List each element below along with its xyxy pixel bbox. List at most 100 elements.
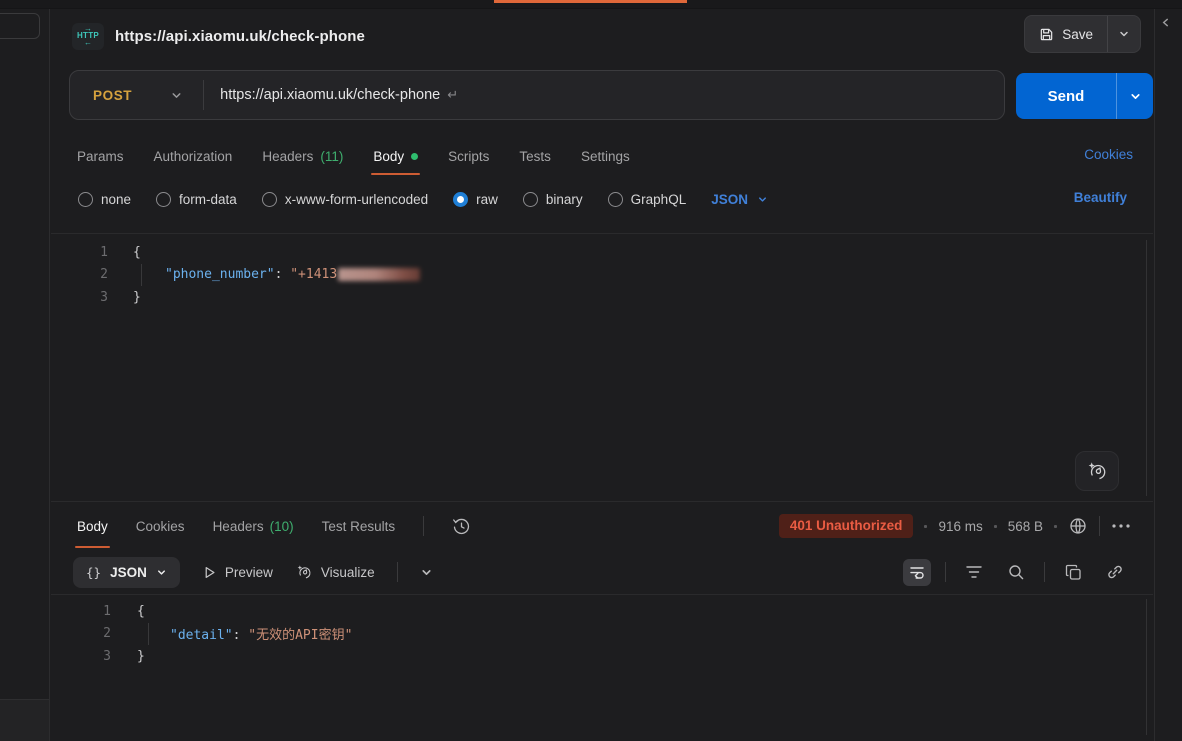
tab-settings[interactable]: Settings (581, 135, 630, 177)
response-tab-headers[interactable]: Headers(10) (213, 502, 294, 550)
method-chevron-icon[interactable] (170, 89, 183, 102)
request-title: https://api.xiaomu.uk/check-phone (115, 28, 365, 45)
request-body-editor[interactable]: 1 { 2 "phone_number": "+1413 3 } (51, 233, 1153, 500)
send-button[interactable]: Send (1016, 73, 1116, 119)
editor-scrollbar[interactable] (1146, 240, 1147, 496)
divider (1099, 516, 1100, 536)
code-line: 1 { (51, 600, 1153, 623)
api-client-window: → HTTP ← https://api.xiaomu.uk/check-pho… (0, 0, 1182, 741)
request-pane: → HTTP ← https://api.xiaomu.uk/check-pho… (51, 9, 1153, 741)
body-type-form-data[interactable]: form-data (156, 192, 237, 207)
line-number: 2 (51, 267, 108, 282)
floppy-disk-icon (1039, 27, 1054, 42)
body-type-raw[interactable]: raw (453, 192, 498, 207)
visualize-button[interactable]: Visualize (295, 563, 375, 581)
arrow-left-icon: ← (84, 40, 92, 46)
link-button[interactable] (1101, 559, 1129, 586)
response-history-icon[interactable] (452, 517, 471, 536)
response-tab-test-results[interactable]: Test Results (322, 502, 396, 550)
line-number: 2 (51, 626, 111, 641)
return-key-icon: ↵ (447, 87, 458, 103)
body-type-binary[interactable]: binary (523, 192, 583, 207)
indent-guide (141, 264, 142, 287)
save-button[interactable]: Save (1025, 16, 1107, 52)
radio-icon[interactable] (523, 192, 538, 207)
editor-scrollbar[interactable] (1146, 599, 1147, 735)
copy-button[interactable] (1059, 559, 1087, 586)
beautify-link[interactable]: Beautify (1074, 190, 1127, 205)
tab-headers[interactable]: Headers(11) (262, 135, 343, 177)
url-input[interactable]: https://api.xiaomu.uk/check-phone (220, 87, 440, 103)
tab-params[interactable]: Params (77, 135, 124, 177)
active-tab-underline (75, 546, 110, 548)
url-row: POST https://api.xiaomu.uk/check-phone ↵… (51, 70, 1153, 122)
preview-button[interactable]: Preview (202, 565, 273, 580)
method-select[interactable]: POST (93, 88, 132, 103)
redacted-phone-number (338, 268, 420, 281)
chevron-down-icon (1129, 90, 1142, 103)
dot-separator (924, 525, 927, 528)
body-type-graphql[interactable]: GraphQL (608, 192, 687, 207)
body-type-row: none form-data x-www-form-urlencoded raw… (51, 182, 1153, 216)
response-format-select[interactable]: {} JSON (73, 557, 180, 588)
response-time[interactable]: 916 ms (938, 519, 982, 534)
tab-tests[interactable]: Tests (519, 135, 551, 177)
chevron-down-icon (156, 567, 167, 578)
active-tab-indicator (494, 0, 687, 3)
response-tab-body[interactable]: Body (77, 502, 108, 550)
raw-language-select[interactable]: JSON (711, 192, 768, 207)
status-badge[interactable]: 401 Unauthorized (779, 514, 914, 538)
filter-button[interactable] (960, 559, 988, 586)
tab-scripts[interactable]: Scripts (448, 135, 489, 177)
line-number: 1 (51, 604, 111, 619)
more-options-icon[interactable] (1111, 523, 1131, 529)
radio-icon[interactable] (78, 192, 93, 207)
left-sidebar (0, 9, 50, 741)
body-type-none[interactable]: none (78, 192, 131, 207)
http-request-icon: → HTTP ← (72, 23, 104, 50)
app-tab-strip (0, 0, 1182, 9)
url-input-container: POST https://api.xiaomu.uk/check-phone ↵ (69, 70, 1005, 120)
request-tabs: Params Authorization Headers(11) Body Sc… (51, 135, 1153, 177)
tab-body[interactable]: Body (373, 135, 418, 177)
wrap-text-button[interactable] (903, 559, 931, 586)
radio-checked-icon[interactable] (453, 192, 468, 207)
cookies-link[interactable]: Cookies (1084, 147, 1133, 162)
radio-icon[interactable] (156, 192, 171, 207)
code-line: 2 "detail": "无效的API密钥" (51, 623, 1153, 646)
response-tab-cookies[interactable]: Cookies (136, 502, 185, 550)
save-options-button[interactable] (1107, 16, 1140, 52)
visualize-sparkle-icon (295, 563, 313, 581)
code-line: 3 } (51, 645, 1153, 668)
response-body-editor[interactable]: 1 { 2 "detail": "无效的API密钥" 3 } (51, 594, 1153, 741)
radio-icon[interactable] (608, 192, 623, 207)
body-type-urlencoded[interactable]: x-www-form-urlencoded (262, 192, 428, 207)
send-split-button: Send (1016, 73, 1153, 119)
chevron-down-icon (757, 194, 768, 205)
play-icon (202, 565, 217, 580)
sidebar-tab-outline[interactable] (0, 13, 40, 39)
divider (423, 516, 424, 536)
wrap-text-icon (908, 563, 926, 581)
filter-icon (965, 565, 983, 579)
request-header: → HTTP ← https://api.xiaomu.uk/check-pho… (51, 13, 1153, 59)
tab-authorization[interactable]: Authorization (154, 135, 233, 177)
save-split-button: Save (1024, 15, 1141, 53)
code-line: 2 "phone_number": "+1413 (51, 264, 1153, 287)
body-modified-dot (411, 153, 418, 160)
postbot-sparkle-icon (1086, 460, 1108, 482)
send-options-button[interactable] (1116, 73, 1153, 119)
radio-icon[interactable] (262, 192, 277, 207)
search-button[interactable] (1002, 559, 1030, 586)
divider (1044, 562, 1045, 582)
toolbar-expand-chevron[interactable] (420, 566, 433, 579)
link-icon (1106, 563, 1124, 581)
active-tab-underline (371, 173, 420, 175)
code-line: 3 } (51, 286, 1153, 309)
headers-count: (11) (320, 149, 343, 164)
network-globe-icon[interactable] (1068, 516, 1088, 536)
postbot-ai-button[interactable] (1075, 451, 1119, 491)
chevron-down-icon (420, 566, 433, 579)
response-size[interactable]: 568 B (1008, 519, 1043, 534)
collapse-panel-icon[interactable] (1161, 18, 1170, 27)
